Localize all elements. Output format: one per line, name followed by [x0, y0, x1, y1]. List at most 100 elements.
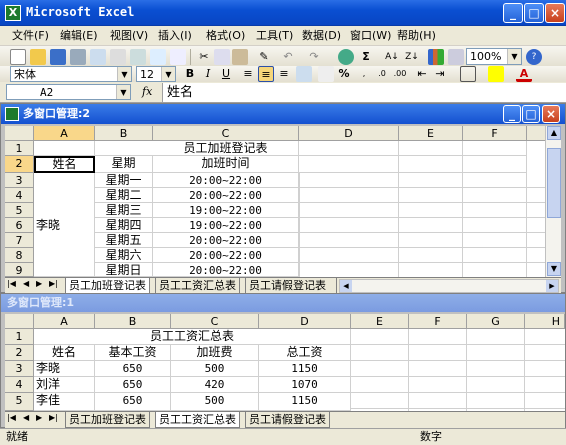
- row-header[interactable]: 2: [5, 345, 34, 361]
- menu-edit[interactable]: 编辑(E): [58, 28, 100, 44]
- chevron-down-icon[interactable]: ▼: [116, 85, 130, 99]
- overtime-cell[interactable]: 420: [171, 377, 259, 393]
- column-header[interactable]: A: [34, 314, 95, 329]
- column-header[interactable]: C: [153, 126, 299, 141]
- menu-view[interactable]: 视图(V): [108, 28, 150, 44]
- last-sheet-icon[interactable]: ▶|: [49, 413, 58, 422]
- window-2-maximize-button[interactable]: □: [522, 105, 540, 123]
- menu-file[interactable]: 文件(F): [10, 28, 51, 44]
- column-header[interactable]: B: [95, 314, 171, 329]
- sort-descending-icon[interactable]: Z↓: [404, 49, 420, 65]
- header-cell[interactable]: 姓名: [34, 345, 95, 361]
- day-cell[interactable]: 星期四: [95, 218, 153, 233]
- excel-app-icon[interactable]: X: [5, 5, 21, 21]
- underline-button[interactable]: U: [218, 66, 234, 82]
- day-cell[interactable]: 星期一: [95, 173, 153, 188]
- select-all-corner[interactable]: [5, 314, 34, 329]
- next-sheet-icon[interactable]: ▶: [36, 413, 42, 422]
- italic-button[interactable]: I: [200, 66, 216, 82]
- row-header[interactable]: 1: [5, 141, 34, 156]
- sheet-title-cell[interactable]: 员工加班登记表: [153, 141, 299, 156]
- currency-icon[interactable]: [318, 66, 334, 82]
- column-header[interactable]: F: [409, 314, 467, 329]
- function-icon[interactable]: fx: [142, 85, 152, 98]
- name-cell[interactable]: 李佳: [34, 393, 95, 411]
- maximize-button[interactable]: □: [524, 3, 544, 23]
- scroll-down-icon[interactable]: ▼: [547, 262, 561, 276]
- day-cell[interactable]: 星期三: [95, 203, 153, 218]
- sheet-tab-active[interactable]: 员工工资汇总表: [155, 412, 240, 428]
- empty-cell-range[interactable]: [351, 329, 565, 411]
- sheet-tab[interactable]: 员工工资汇总表: [155, 278, 240, 294]
- window-2-minimize-button[interactable]: _: [503, 105, 521, 123]
- redo-icon[interactable]: ↷: [306, 49, 322, 65]
- help-icon[interactable]: ?: [526, 49, 542, 65]
- email-icon[interactable]: [90, 49, 106, 65]
- cut-icon[interactable]: ✂: [196, 49, 212, 65]
- row-header[interactable]: 5: [5, 393, 34, 411]
- increase-decimal-icon[interactable]: .0: [374, 66, 390, 82]
- column-header[interactable]: H: [525, 314, 565, 329]
- formula-input[interactable]: 姓名: [162, 83, 566, 102]
- empty-cell-range[interactable]: [299, 173, 545, 277]
- sheet-tab[interactable]: 员工加班登记表: [65, 412, 150, 428]
- next-sheet-icon[interactable]: ▶: [36, 279, 42, 288]
- cell[interactable]: [299, 156, 399, 173]
- align-center-icon[interactable]: ≡: [258, 66, 274, 82]
- last-sheet-icon[interactable]: ▶|: [49, 279, 58, 288]
- sheet-title-cell[interactable]: 员工工资汇总表: [34, 329, 351, 345]
- window-2-title-bar[interactable]: 多窗口管理:2: [1, 104, 565, 124]
- format-painter-icon[interactable]: ✎: [256, 49, 272, 65]
- column-header[interactable]: E: [351, 314, 409, 329]
- day-cell[interactable]: 星期五: [95, 233, 153, 248]
- menu-window[interactable]: 窗口(W): [348, 28, 393, 44]
- scroll-left-icon[interactable]: ◀: [340, 280, 352, 292]
- align-left-icon[interactable]: ≡: [240, 66, 256, 82]
- cell[interactable]: [463, 156, 527, 173]
- worksheet-grid-2[interactable]: A B C D E F G H 1 2 3 4 5 员工工资汇总表 姓名 基本工…: [5, 314, 565, 411]
- cell[interactable]: [95, 141, 153, 156]
- autosum-button[interactable]: Σ: [358, 49, 374, 65]
- total-cell[interactable]: 1150: [259, 361, 351, 377]
- chevron-down-icon[interactable]: ▼: [117, 67, 131, 81]
- copy-icon[interactable]: [214, 49, 230, 65]
- cell[interactable]: [399, 156, 463, 173]
- hyperlink-icon[interactable]: [338, 49, 354, 65]
- salary-cell[interactable]: 650: [95, 393, 171, 411]
- header-cell[interactable]: 基本工资: [95, 345, 171, 361]
- active-cell[interactable]: 姓名: [34, 156, 95, 173]
- name-cell[interactable]: 刘洋: [34, 377, 95, 393]
- fill-color-icon[interactable]: [488, 66, 504, 82]
- row-header[interactable]: 4: [5, 188, 34, 203]
- bold-button[interactable]: B: [182, 66, 198, 82]
- salary-cell[interactable]: 650: [95, 361, 171, 377]
- first-sheet-icon[interactable]: |◀: [7, 279, 16, 288]
- row-header[interactable]: 6: [5, 218, 34, 233]
- cell[interactable]: [399, 141, 463, 156]
- menu-data[interactable]: 数据(D): [300, 28, 343, 44]
- row-header[interactable]: 8: [5, 248, 34, 263]
- permission-icon[interactable]: [70, 49, 86, 65]
- column-header[interactable]: C: [171, 314, 259, 329]
- overtime-cell[interactable]: 500: [171, 393, 259, 411]
- zoom-select[interactable]: 100% ▼: [466, 48, 522, 65]
- column-header[interactable]: E: [399, 126, 463, 141]
- increase-indent-icon[interactable]: ⇥: [432, 66, 448, 82]
- menu-tools[interactable]: 工具(T): [254, 28, 295, 44]
- chart-wizard-icon[interactable]: [428, 49, 444, 65]
- overtime-cell[interactable]: 500: [171, 361, 259, 377]
- day-cell[interactable]: 星期二: [95, 188, 153, 203]
- row-header[interactable]: 3: [5, 361, 34, 377]
- sort-ascending-icon[interactable]: A↓: [384, 49, 400, 65]
- header-cell[interactable]: 星期: [95, 156, 153, 173]
- menu-format[interactable]: 格式(O): [204, 28, 247, 44]
- horizontal-scrollbar[interactable]: ◀ ▶: [339, 279, 559, 293]
- time-cell[interactable]: 20:00~22:00: [153, 233, 299, 248]
- name-box[interactable]: A2 ▼: [6, 84, 131, 100]
- workbook-icon[interactable]: [5, 107, 19, 121]
- column-header[interactable]: F: [463, 126, 527, 141]
- day-cell[interactable]: 星期日: [95, 263, 153, 277]
- open-icon[interactable]: [30, 49, 46, 65]
- total-cell[interactable]: 1150: [259, 393, 351, 411]
- save-icon[interactable]: [50, 49, 66, 65]
